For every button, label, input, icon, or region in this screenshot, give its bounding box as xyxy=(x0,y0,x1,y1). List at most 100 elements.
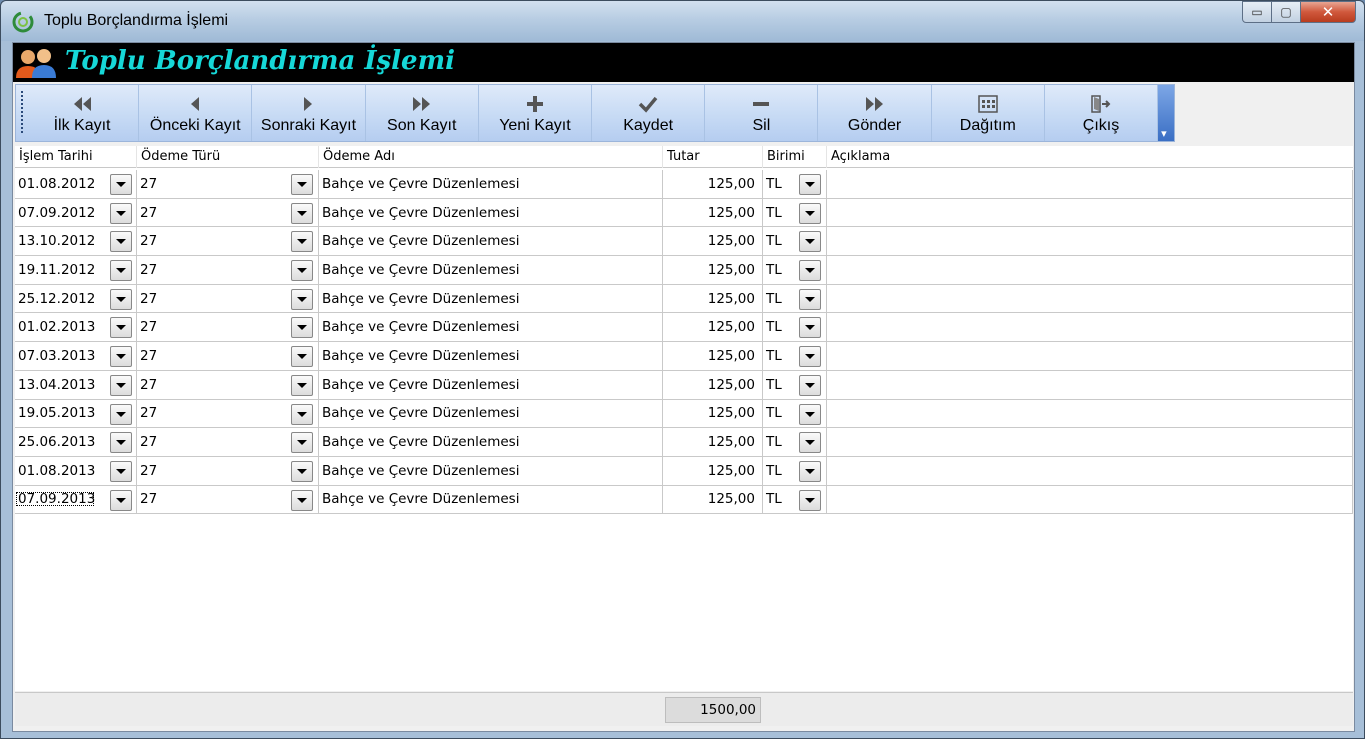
cell-odeme-adi[interactable]: Bahçe ve Çevre Düzenlemesi xyxy=(319,485,663,515)
next-record-button[interactable]: Sonraki Kayıt xyxy=(252,85,366,141)
date-dropdown-button[interactable] xyxy=(110,260,132,282)
table-row[interactable]: 07.03.2013 27 Bahçe ve Çevre Düzenlemesi 12… xyxy=(15,342,1353,371)
cell-tutar[interactable]: 125,00 xyxy=(663,428,763,457)
odeme-turu-dropdown-button[interactable] xyxy=(291,202,313,224)
birimi-dropdown-button[interactable] xyxy=(799,403,821,425)
date-dropdown-button[interactable] xyxy=(110,317,132,339)
odeme-turu-dropdown-button[interactable] xyxy=(291,317,313,339)
cell-tutar[interactable]: 125,00 xyxy=(663,284,763,314)
table-row[interactable]: 25.06.2013 27 Bahçe ve Çevre Düzenlemesi 12… xyxy=(15,428,1353,457)
cell-aciklama[interactable] xyxy=(827,428,1353,457)
date-dropdown-button[interactable] xyxy=(110,374,132,396)
column-header-islem-tarihi[interactable]: İşlem Tarihi xyxy=(15,146,137,168)
birimi-dropdown-button[interactable] xyxy=(799,317,821,339)
odeme-turu-dropdown-button[interactable] xyxy=(291,374,313,396)
cell-aciklama[interactable] xyxy=(827,256,1353,285)
cell-birimi[interactable]: TL xyxy=(763,284,827,314)
date-dropdown-button[interactable] xyxy=(110,460,132,482)
table-row[interactable]: 13.10.2012 27 Bahçe ve Çevre Düzenlemesi 12… xyxy=(15,227,1353,257)
cell-birimi[interactable]: TL xyxy=(763,256,827,285)
cell-aciklama[interactable] xyxy=(827,485,1353,515)
odeme-turu-dropdown-button[interactable] xyxy=(291,174,313,195)
cell-tutar[interactable]: 125,00 xyxy=(663,256,763,285)
save-button[interactable]: Kaydet xyxy=(592,85,706,141)
cell-aciklama[interactable] xyxy=(827,456,1353,486)
odeme-turu-dropdown-button[interactable] xyxy=(291,260,313,282)
cell-birimi[interactable]: TL xyxy=(763,170,827,199)
birimi-dropdown-button[interactable] xyxy=(799,231,821,253)
cell-birimi[interactable]: TL xyxy=(763,198,827,228)
cell-tutar[interactable]: 125,00 xyxy=(663,313,763,343)
delete-button[interactable]: Sil xyxy=(705,85,819,141)
minimize-button[interactable]: ▭ xyxy=(1242,1,1272,23)
date-dropdown-button[interactable] xyxy=(110,231,132,253)
toolbar-grip[interactable] xyxy=(16,85,26,141)
birimi-dropdown-button[interactable] xyxy=(799,374,821,396)
birimi-dropdown-button[interactable] xyxy=(799,260,821,282)
cell-tutar[interactable]: 125,00 xyxy=(663,485,763,515)
odeme-turu-dropdown-button[interactable] xyxy=(291,231,313,253)
column-header-birimi[interactable]: Birimi xyxy=(763,146,827,168)
cell-islem-tarihi[interactable]: 01.02.2013 xyxy=(15,313,137,343)
cell-odeme-adi[interactable]: Bahçe ve Çevre Düzenlemesi xyxy=(319,284,663,314)
cell-birimi[interactable]: TL xyxy=(763,428,827,457)
cell-odeme-adi[interactable]: Bahçe ve Çevre Düzenlemesi xyxy=(319,456,663,486)
column-header-odeme-adi[interactable]: Ödeme Adı xyxy=(319,146,663,168)
cell-islem-tarihi[interactable]: 25.12.2012 xyxy=(15,284,137,314)
cell-odeme-turu[interactable]: 27 xyxy=(137,198,319,228)
cell-odeme-adi[interactable]: Bahçe ve Çevre Düzenlemesi xyxy=(319,342,663,371)
birimi-dropdown-button[interactable] xyxy=(799,288,821,310)
cell-birimi[interactable]: TL xyxy=(763,342,827,371)
cell-odeme-turu[interactable]: 27 xyxy=(137,284,319,314)
new-record-button[interactable]: Yeni Kayıt xyxy=(479,85,593,141)
cell-odeme-adi[interactable]: Bahçe ve Çevre Düzenlemesi xyxy=(319,313,663,343)
date-dropdown-button[interactable] xyxy=(110,202,132,224)
cell-islem-tarihi[interactable]: 07.09.2012 xyxy=(15,198,137,228)
table-row[interactable]: 01.02.2013 27 Bahçe ve Çevre Düzenlemesi 12… xyxy=(15,313,1353,343)
cell-odeme-adi[interactable]: Bahçe ve Çevre Düzenlemesi xyxy=(319,256,663,285)
table-row[interactable]: 01.08.2013 27 Bahçe ve Çevre Düzenlemesi 12… xyxy=(15,456,1353,486)
birimi-dropdown-button[interactable] xyxy=(799,202,821,224)
table-row[interactable]: 25.12.2012 27 Bahçe ve Çevre Düzenlemesi 12… xyxy=(15,284,1353,314)
cell-aciklama[interactable] xyxy=(827,170,1353,199)
table-row[interactable]: 19.05.2013 27 Bahçe ve Çevre Düzenlemesi 12… xyxy=(15,399,1353,429)
column-header-odeme-turu[interactable]: Ödeme Türü xyxy=(137,146,319,168)
odeme-turu-dropdown-button[interactable] xyxy=(291,460,313,482)
cell-odeme-adi[interactable]: Bahçe ve Çevre Düzenlemesi xyxy=(319,399,663,429)
exit-button[interactable]: Çıkış xyxy=(1045,85,1159,141)
cell-odeme-adi[interactable]: Bahçe ve Çevre Düzenlemesi xyxy=(319,170,663,199)
cell-tutar[interactable]: 125,00 xyxy=(663,342,763,371)
birimi-dropdown-button[interactable] xyxy=(799,346,821,368)
cell-odeme-adi[interactable]: Bahçe ve Çevre Düzenlemesi xyxy=(319,428,663,457)
cell-islem-tarihi[interactable]: 07.09.2013 xyxy=(15,485,137,515)
cell-islem-tarihi[interactable]: 13.10.2012 xyxy=(15,227,137,257)
cell-islem-tarihi[interactable]: 19.05.2013 xyxy=(15,399,137,429)
odeme-turu-dropdown-button[interactable] xyxy=(291,346,313,368)
birimi-dropdown-button[interactable] xyxy=(799,432,821,454)
cell-aciklama[interactable] xyxy=(827,198,1353,228)
send-button[interactable]: Gönder xyxy=(818,85,932,141)
cell-odeme-turu[interactable]: 27 xyxy=(137,399,319,429)
date-dropdown-button[interactable] xyxy=(110,489,132,511)
cell-birimi[interactable]: TL xyxy=(763,313,827,343)
cell-tutar[interactable]: 125,00 xyxy=(663,170,763,199)
cell-tutar[interactable]: 125,00 xyxy=(663,456,763,486)
cell-odeme-turu[interactable]: 27 xyxy=(137,227,319,257)
cell-odeme-turu[interactable]: 27 xyxy=(137,485,319,515)
column-header-tutar[interactable]: Tutar xyxy=(663,146,763,168)
toolbar-overflow-button[interactable] xyxy=(1158,85,1175,141)
cell-islem-tarihi[interactable]: 13.04.2013 xyxy=(15,370,137,400)
birimi-dropdown-button[interactable] xyxy=(799,489,821,511)
cell-odeme-turu[interactable]: 27 xyxy=(137,256,319,285)
date-dropdown-button[interactable] xyxy=(110,174,132,195)
cell-odeme-turu[interactable]: 27 xyxy=(137,456,319,486)
cell-tutar[interactable]: 125,00 xyxy=(663,370,763,400)
cell-aciklama[interactable] xyxy=(827,370,1353,400)
cell-odeme-adi[interactable]: Bahçe ve Çevre Düzenlemesi xyxy=(319,198,663,228)
cell-islem-tarihi[interactable]: 01.08.2013 xyxy=(15,456,137,486)
distribution-button[interactable]: Dağıtım xyxy=(932,85,1045,141)
date-dropdown-button[interactable] xyxy=(110,288,132,310)
cell-islem-tarihi[interactable]: 07.03.2013 xyxy=(15,342,137,371)
close-button[interactable]: ✕ xyxy=(1300,1,1356,23)
birimi-dropdown-button[interactable] xyxy=(799,174,821,195)
